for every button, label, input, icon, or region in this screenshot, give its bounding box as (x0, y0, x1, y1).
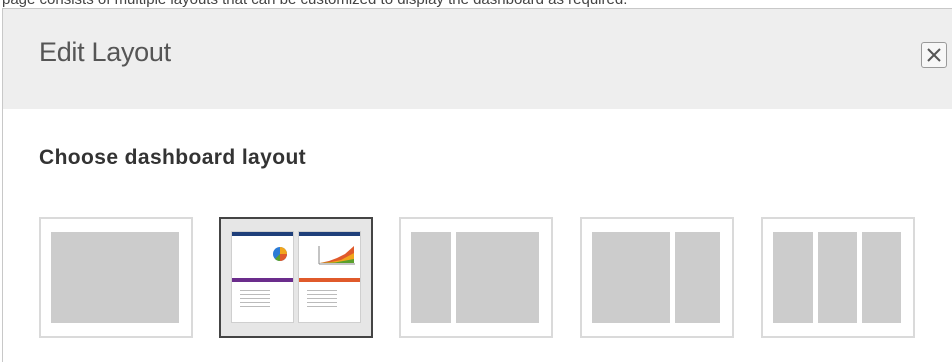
close-x-icon (927, 48, 941, 62)
edit-layout-dialog: Edit Layout Choose dashboard layout (2, 8, 952, 362)
layout-panel (411, 232, 451, 323)
clipped-background-text: page consists of multiple layouts that c… (0, 0, 952, 8)
layout-option-two-equal-columns[interactable] (219, 217, 373, 338)
close-button[interactable] (921, 42, 947, 68)
layout-panel (592, 232, 670, 323)
layout-panel (456, 232, 539, 323)
layout-panel (818, 232, 857, 323)
layout-option-two-columns-wide-narrow[interactable] (580, 217, 734, 338)
layout-panel (51, 232, 179, 323)
dialog-title: Edit Layout (39, 37, 171, 67)
clipped-text: page consists of multiple layouts that c… (2, 0, 627, 8)
layout-panel (773, 232, 813, 323)
area-chart-icon (318, 246, 355, 265)
layout-panel (862, 232, 901, 323)
layout-option-two-columns-narrow-wide[interactable] (399, 217, 553, 338)
preview-panel-right (298, 231, 361, 323)
dialog-header: Edit Layout (3, 9, 952, 109)
layout-option-single-column[interactable] (39, 217, 193, 338)
preview-panel-left (231, 231, 294, 323)
pie-chart-icon (273, 247, 287, 262)
layout-panel (675, 232, 720, 323)
layout-option-three-equal-columns[interactable] (761, 217, 915, 338)
choose-layout-heading: Choose dashboard layout (39, 146, 307, 169)
